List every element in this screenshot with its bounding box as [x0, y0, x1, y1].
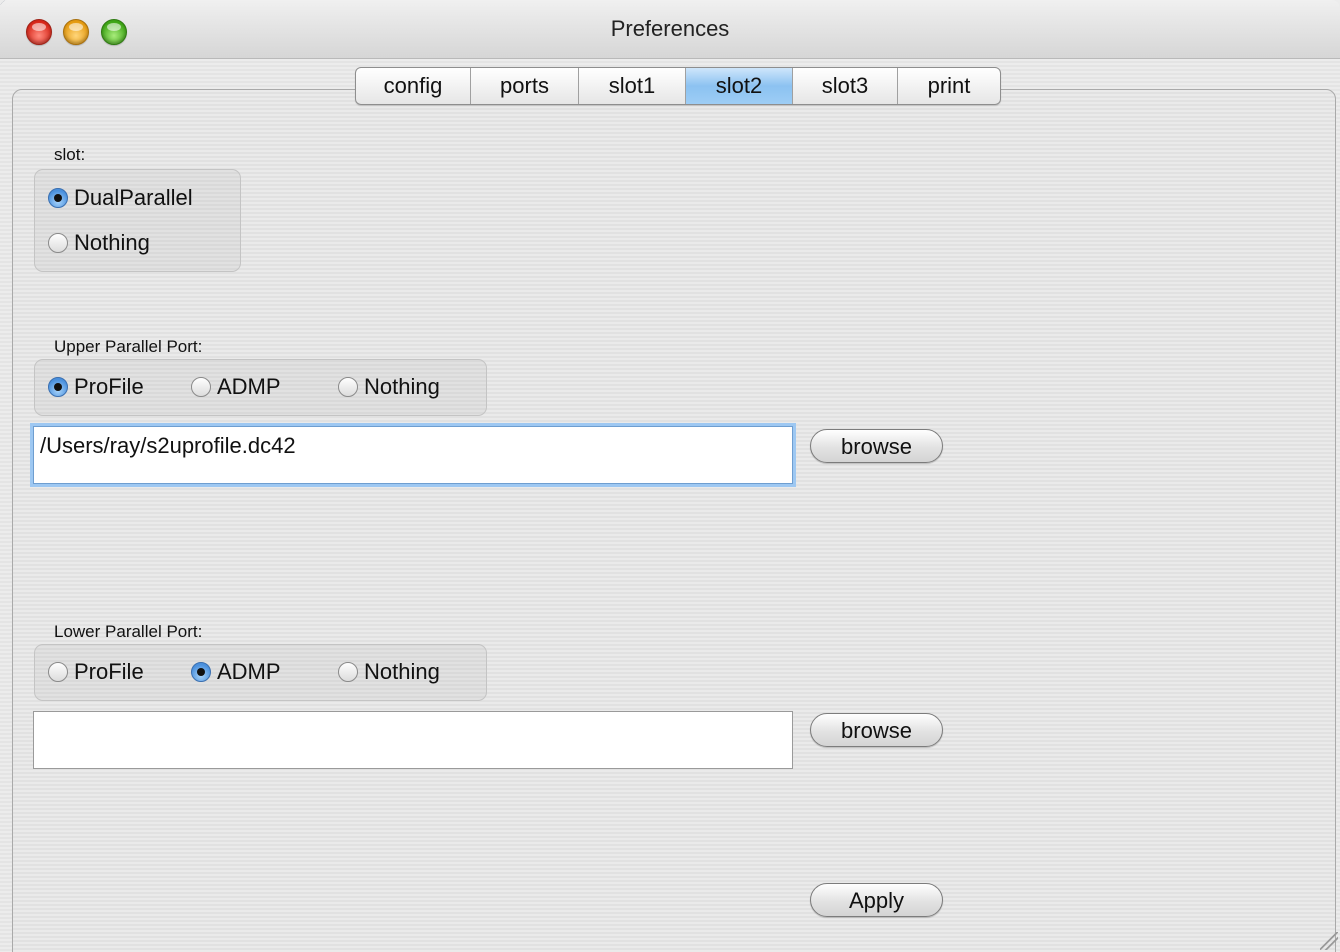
radio-slot-nothing[interactable]: Nothing: [48, 230, 150, 256]
resize-grip-icon[interactable]: [1320, 932, 1338, 950]
radio-label: ADMP: [217, 374, 281, 399]
radio-lower-admp[interactable]: ADMP: [191, 659, 281, 685]
slot-group-label: slot:: [54, 145, 86, 164]
tab-config[interactable]: config: [356, 68, 471, 104]
apply-button[interactable]: Apply: [810, 883, 943, 917]
upper-port-label: Upper Parallel Port:: [54, 337, 203, 356]
radio-selected-indicator: [191, 662, 211, 682]
upper-port-path-input[interactable]: /Users/ray/s2uprofile.dc42: [33, 426, 793, 484]
radio-label: ProFile: [74, 659, 144, 684]
radio-upper-profile[interactable]: ProFile: [48, 374, 144, 400]
radio-label: ADMP: [217, 659, 281, 684]
tab-slot3[interactable]: slot3: [793, 68, 898, 104]
lower-browse-button[interactable]: browse: [810, 713, 943, 747]
radio-label: Nothing: [74, 230, 150, 255]
radio-upper-admp[interactable]: ADMP: [191, 374, 281, 400]
radio-label: Nothing: [364, 374, 440, 399]
radio-label: Nothing: [364, 659, 440, 684]
radio-indicator: [48, 662, 68, 682]
title-bar[interactable]: Preferences: [0, 0, 1340, 59]
lower-port-path-input[interactable]: [33, 711, 793, 769]
window-title: Preferences: [610, 16, 730, 41]
tab-slot1[interactable]: slot1: [579, 68, 686, 104]
radio-indicator: [191, 377, 211, 397]
upper-browse-button[interactable]: browse: [810, 429, 943, 463]
window-content: config ports slot1 slot2 slot3 print slo…: [0, 59, 1340, 952]
tab-print[interactable]: print: [898, 68, 1000, 104]
radio-indicator: [48, 233, 68, 253]
radio-indicator: [338, 377, 358, 397]
preferences-window: Preferences config ports slot1 slot2 slo…: [0, 0, 1340, 952]
radio-label: ProFile: [74, 374, 144, 399]
radio-indicator: [338, 662, 358, 682]
radio-lower-profile[interactable]: ProFile: [48, 659, 144, 685]
radio-slot-dualparallel[interactable]: DualParallel: [48, 185, 193, 211]
radio-lower-nothing[interactable]: Nothing: [338, 659, 440, 685]
lower-port-label: Lower Parallel Port:: [54, 622, 203, 641]
radio-selected-indicator: [48, 377, 68, 397]
tab-slot2[interactable]: slot2: [686, 68, 793, 104]
radio-selected-indicator: [48, 188, 68, 208]
radio-upper-nothing[interactable]: Nothing: [338, 374, 440, 400]
radio-label: DualParallel: [74, 185, 193, 210]
tab-ports[interactable]: ports: [471, 68, 579, 104]
tab-bar: config ports slot1 slot2 slot3 print: [355, 67, 1001, 105]
